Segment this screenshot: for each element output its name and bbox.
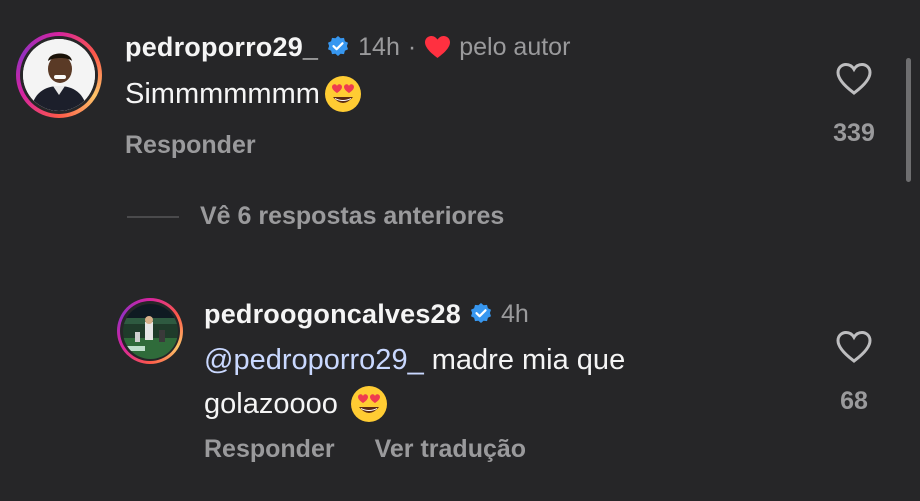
avatar-ring-gap — [120, 301, 180, 361]
mention-link[interactable]: @pedroporro29_ — [204, 344, 424, 376]
avatar[interactable] — [16, 32, 102, 118]
reply-time: 4h — [501, 299, 529, 328]
reply-username[interactable]: pedroogoncalves28 — [204, 299, 461, 330]
scrollbar-thumb[interactable] — [906, 58, 911, 182]
avatar-ring-gap — [20, 36, 98, 114]
replies-divider — [127, 216, 179, 218]
username[interactable]: pedroporro29_ — [125, 32, 318, 63]
like-count: 68 — [840, 387, 868, 415]
reply-text: @pedroporro29_ madre mia que golazoooo — [204, 338, 625, 426]
reply-header: pedroogoncalves28 4h — [204, 295, 529, 333]
reply-button[interactable]: Responder — [204, 435, 335, 464]
reply-avatar[interactable] — [117, 298, 183, 364]
reply-actions: Responder Ver tradução — [204, 435, 526, 464]
comment-text: Simmmmmmm — [125, 72, 362, 116]
comment-time: 14h — [358, 32, 400, 61]
author-liked-heart-icon — [425, 36, 451, 58]
like-heart-icon[interactable] — [835, 62, 873, 96]
avatar-photo — [23, 39, 95, 111]
like-heart-icon[interactable] — [835, 330, 873, 364]
comment-body: Simmmmmmm — [125, 78, 320, 110]
avatar-photo — [122, 303, 178, 359]
verified-badge-icon — [328, 36, 349, 56]
heart-eyes-emoji-icon — [324, 76, 361, 112]
heart-eyes-emoji-icon — [350, 386, 387, 422]
liked-by-author-label: pelo autor — [459, 32, 571, 61]
view-previous-replies-button[interactable]: Vê 6 respostas anteriores — [200, 202, 504, 231]
separator-dot: · — [407, 32, 417, 61]
reply-body-line-2: golazoooo — [204, 388, 338, 420]
reply-button[interactable]: Responder — [125, 131, 256, 160]
reply-text-line-1: @pedroporro29_ madre mia que — [204, 338, 625, 382]
reply-body-line-1: madre mia que — [431, 344, 626, 376]
verified-badge-icon — [471, 303, 491, 323]
comment-header: pedroporro29_ 14h · pelo autor — [125, 28, 570, 66]
translate-button[interactable]: Ver tradução — [375, 435, 526, 464]
reply-text-line-2: golazoooo — [204, 382, 625, 426]
like-count: 339 — [833, 119, 875, 147]
